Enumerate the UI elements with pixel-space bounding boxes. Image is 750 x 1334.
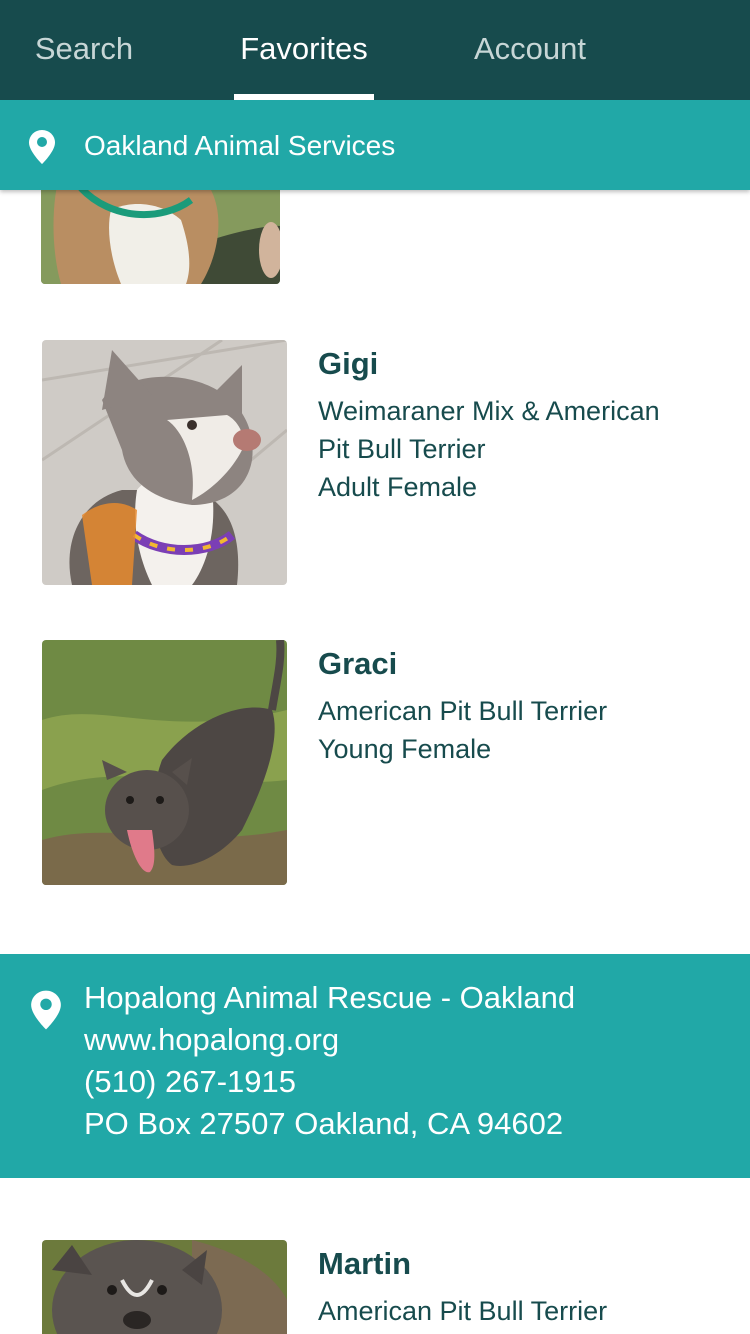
shelter-info-block[interactable]: Hopalong Animal Rescue - Oakland www.hop… [0,954,750,1178]
tab-account[interactable]: Account [470,0,590,100]
shelter-name: Oakland Animal Services [84,130,396,161]
pet-photo-gigi[interactable] [42,340,287,585]
pet-name[interactable]: Martin [318,1246,411,1282]
shelter-address: PO Box 27507 Oakland, CA 94602 [84,1106,564,1141]
active-tab-indicator [234,94,374,100]
tab-search[interactable]: Search [34,0,134,100]
pet-breed-line1: Weimaraner Mix & American [318,396,660,426]
shelter-phone-link[interactable]: (510) 267-1915 [84,1064,296,1100]
pet-breed-line1: American Pit Bull Terrier [318,696,608,726]
top-tab-bar: Search Favorites Account [0,0,750,100]
shelter-name: Hopalong Animal Rescue - Oakland [84,980,576,1015]
pet-name[interactable]: Gigi [318,346,378,382]
pet-photo-martin[interactable] [42,1240,287,1334]
pet-photo-graci[interactable] [42,640,287,885]
pet-breed-line2: Pit Bull Terrier [318,434,486,464]
pet-age-sex: Young Female [318,734,492,764]
pet-name[interactable]: Graci [318,646,397,682]
pet-breed-line1: American Pit Bull Terrier [318,1296,608,1326]
tab-favorites[interactable]: Favorites [234,0,374,100]
shelter-website-link[interactable]: www.hopalong.org [84,1022,339,1058]
sticky-shelter-header[interactable]: Oakland Animal Services [0,100,750,190]
map-pin-icon [31,990,61,1030]
pet-age-sex: Adult Female [318,472,478,502]
map-pin-icon [29,130,55,164]
